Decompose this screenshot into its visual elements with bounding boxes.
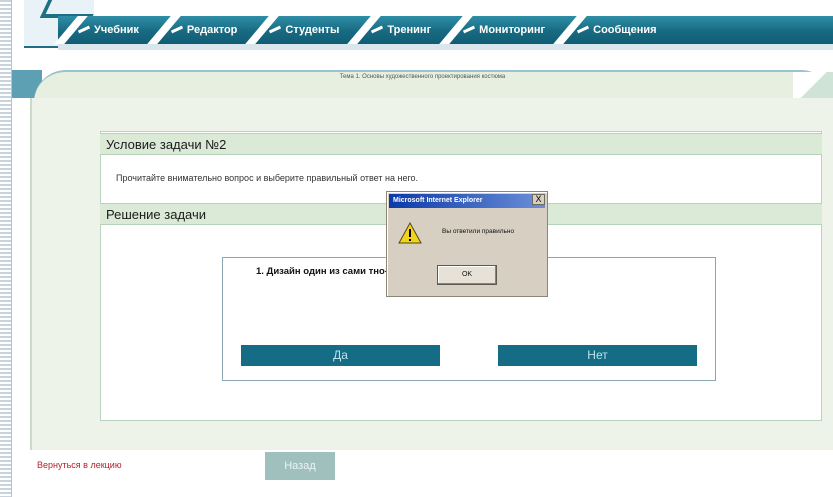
dialog-title: Microsoft Internet Explorer [389,194,545,208]
back-to-lecture-link[interactable]: Вернуться в лекцию [37,460,122,470]
yes-answer-button[interactable]: Да [241,345,440,366]
dialog-message: Вы ответили правильно [442,228,515,235]
arrow-icon [77,25,91,34]
task-instruction: Прочитайте внимательно вопрос и выберите… [116,173,419,183]
arrow-icon [463,25,476,34]
main-menu: Учебник Редактор Студенты Тренинг Монито… [60,16,671,44]
back-button[interactable]: Назад [265,452,335,480]
nav-item-label: Сообщения [593,24,657,36]
nav-item-editor[interactable]: Редактор [153,16,251,44]
ok-button[interactable]: OK [437,265,497,285]
arrow-icon [269,25,282,34]
close-icon[interactable]: X [532,194,545,205]
nav-item-messages[interactable]: Сообщения [559,16,670,44]
arrow-icon [170,25,183,34]
topic-title: Тема 1. Основы художественного проектиро… [339,74,506,80]
nav-item-monitoring[interactable]: Мониторинг [445,16,559,44]
left-rail [0,0,12,497]
arrow-icon [371,25,384,34]
nav-item-label: Мониторинг [479,24,546,36]
nav-item-label: Редактор [186,24,238,36]
nav-item-label: Учебник [94,24,139,36]
arrow-icon [577,25,590,34]
warning-icon [398,222,422,244]
nav-item-students[interactable]: Студенты [251,16,353,44]
nav-item-label: Студенты [285,24,340,36]
nav-item-training[interactable]: Тренинг [353,16,445,44]
topic-header: Тема 1. Основы художественного проектиро… [12,62,833,106]
condition-header: Условие задачи №2 [100,133,822,155]
nav-shadow [58,44,833,50]
no-answer-button[interactable]: Нет [498,345,697,366]
nav-item-label: Тренинг [387,24,432,36]
nav-item-textbook[interactable]: Учебник [60,16,153,44]
